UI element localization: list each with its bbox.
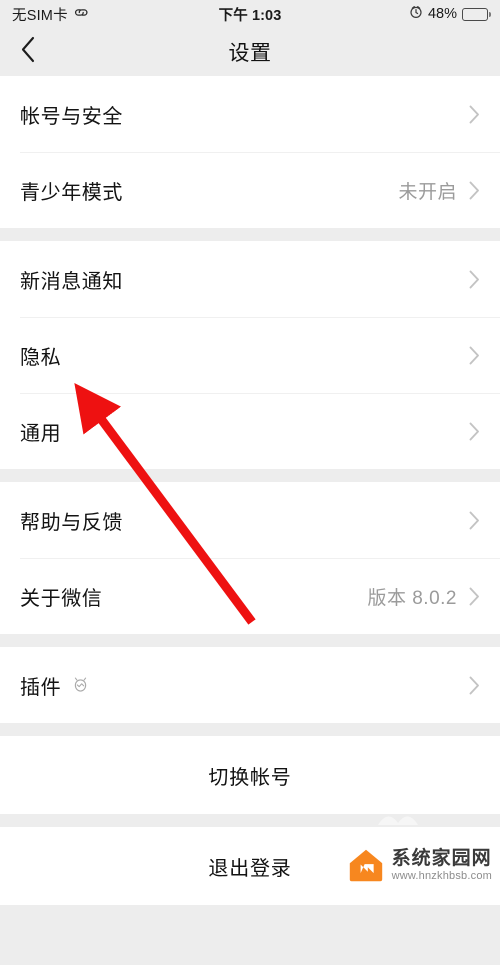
row-label: 新消息通知 bbox=[20, 270, 123, 293]
settings-row-插件[interactable]: 插件 bbox=[0, 647, 500, 723]
row-label: 青少年模式 bbox=[20, 181, 123, 204]
watermark-title: 系统家园网 bbox=[391, 847, 492, 869]
battery-percent-label: 48% bbox=[427, 6, 457, 22]
row-right: 版本 8.0.2 bbox=[367, 583, 480, 610]
watermark-text: 系统家园网 www.hnzkhbsb.com bbox=[392, 848, 492, 882]
section-gap bbox=[0, 469, 500, 482]
chevron-right-icon bbox=[469, 181, 480, 200]
row-right bbox=[469, 676, 480, 695]
row-label-wrap: 插件 bbox=[20, 671, 90, 700]
house-arrow-logo bbox=[349, 849, 382, 882]
nav-bar: 设置 bbox=[0, 28, 500, 76]
row-right bbox=[469, 511, 480, 530]
battery-icon bbox=[462, 7, 492, 21]
row-label-wrap: 通用 bbox=[20, 417, 61, 446]
chevron-right-icon bbox=[469, 105, 480, 124]
row-right bbox=[469, 270, 480, 289]
settings-row-帐号与安全[interactable]: 帐号与安全 bbox=[0, 76, 500, 152]
row-right bbox=[469, 105, 480, 124]
row-label-wrap: 新消息通知 bbox=[20, 265, 123, 294]
watermark-url: www.hnzkhbsb.com bbox=[391, 869, 492, 882]
row-label-wrap: 关于微信 bbox=[20, 582, 102, 611]
list-tail-spacer bbox=[0, 905, 500, 965]
row-label: 帐号与安全 bbox=[20, 105, 123, 128]
chevron-right-icon bbox=[469, 346, 480, 365]
chevron-right-icon bbox=[469, 587, 480, 606]
section-gap bbox=[0, 634, 500, 647]
row-label: 帮助与反馈 bbox=[20, 511, 123, 534]
settings-list[interactable]: 帐号与安全青少年模式 未开启新消息通知隐私通用帮助与反馈关于微信 版本 8.0.2 插… bbox=[0, 76, 500, 965]
chevron-right-icon bbox=[469, 422, 480, 441]
chevron-right-icon bbox=[469, 676, 480, 695]
row-value: 版本 8.0.2 bbox=[367, 587, 457, 609]
row-label-wrap: 帐号与安全 bbox=[20, 100, 123, 129]
settings-group: 帐号与安全青少年模式 未开启 bbox=[0, 76, 500, 228]
switch-account-button[interactable]: 切换帐号 bbox=[0, 736, 500, 814]
settings-group: 帮助与反馈关于微信 版本 8.0.2 bbox=[0, 482, 500, 634]
row-right: 未开启 bbox=[398, 177, 480, 204]
robot-badge-icon bbox=[71, 676, 90, 695]
settings-row-帮助与反馈[interactable]: 帮助与反馈 bbox=[0, 482, 500, 558]
status-bar-left: 无SIM卡 bbox=[12, 4, 90, 25]
watermark: 系统家园网 www.hnzkhbsb.com bbox=[333, 837, 500, 889]
status-bar-right: 48% bbox=[409, 5, 492, 23]
row-label-wrap: 帮助与反馈 bbox=[20, 506, 123, 535]
row-value: 未开启 bbox=[398, 181, 457, 203]
settings-row-隐私[interactable]: 隐私 bbox=[0, 317, 500, 393]
section-gap bbox=[0, 723, 500, 736]
settings-group: 插件 bbox=[0, 647, 500, 723]
row-label-wrap: 青少年模式 bbox=[20, 176, 123, 205]
row-label: 隐私 bbox=[20, 346, 62, 369]
settings-group: 新消息通知 隐私 通用 bbox=[0, 241, 500, 469]
link-icon bbox=[73, 6, 90, 23]
clock-label: 下午 1:03 bbox=[218, 7, 282, 24]
chevron-right-icon bbox=[469, 511, 480, 530]
row-label: 通用 bbox=[20, 422, 62, 445]
watermark-ghost-shape bbox=[378, 816, 418, 825]
row-label: 关于微信 bbox=[20, 587, 103, 610]
settings-row-关于微信[interactable]: 关于微信 版本 8.0.2 bbox=[0, 558, 500, 634]
row-right bbox=[469, 346, 480, 365]
page-title: 设置 bbox=[228, 42, 272, 65]
section-gap bbox=[0, 228, 500, 241]
settings-row-新消息通知[interactable]: 新消息通知 bbox=[0, 241, 500, 317]
row-right bbox=[469, 422, 480, 441]
settings-row-通用[interactable]: 通用 bbox=[0, 393, 500, 469]
chevron-right-icon bbox=[469, 270, 480, 289]
status-bar: 无SIM卡 下午 1:03 48% bbox=[0, 0, 500, 28]
row-label: 插件 bbox=[20, 676, 62, 699]
settings-row-青少年模式[interactable]: 青少年模式 未开启 bbox=[0, 152, 500, 228]
alarm-icon bbox=[409, 5, 423, 23]
row-label-wrap: 隐私 bbox=[20, 341, 61, 370]
carrier-label: 无SIM卡 bbox=[12, 7, 68, 24]
